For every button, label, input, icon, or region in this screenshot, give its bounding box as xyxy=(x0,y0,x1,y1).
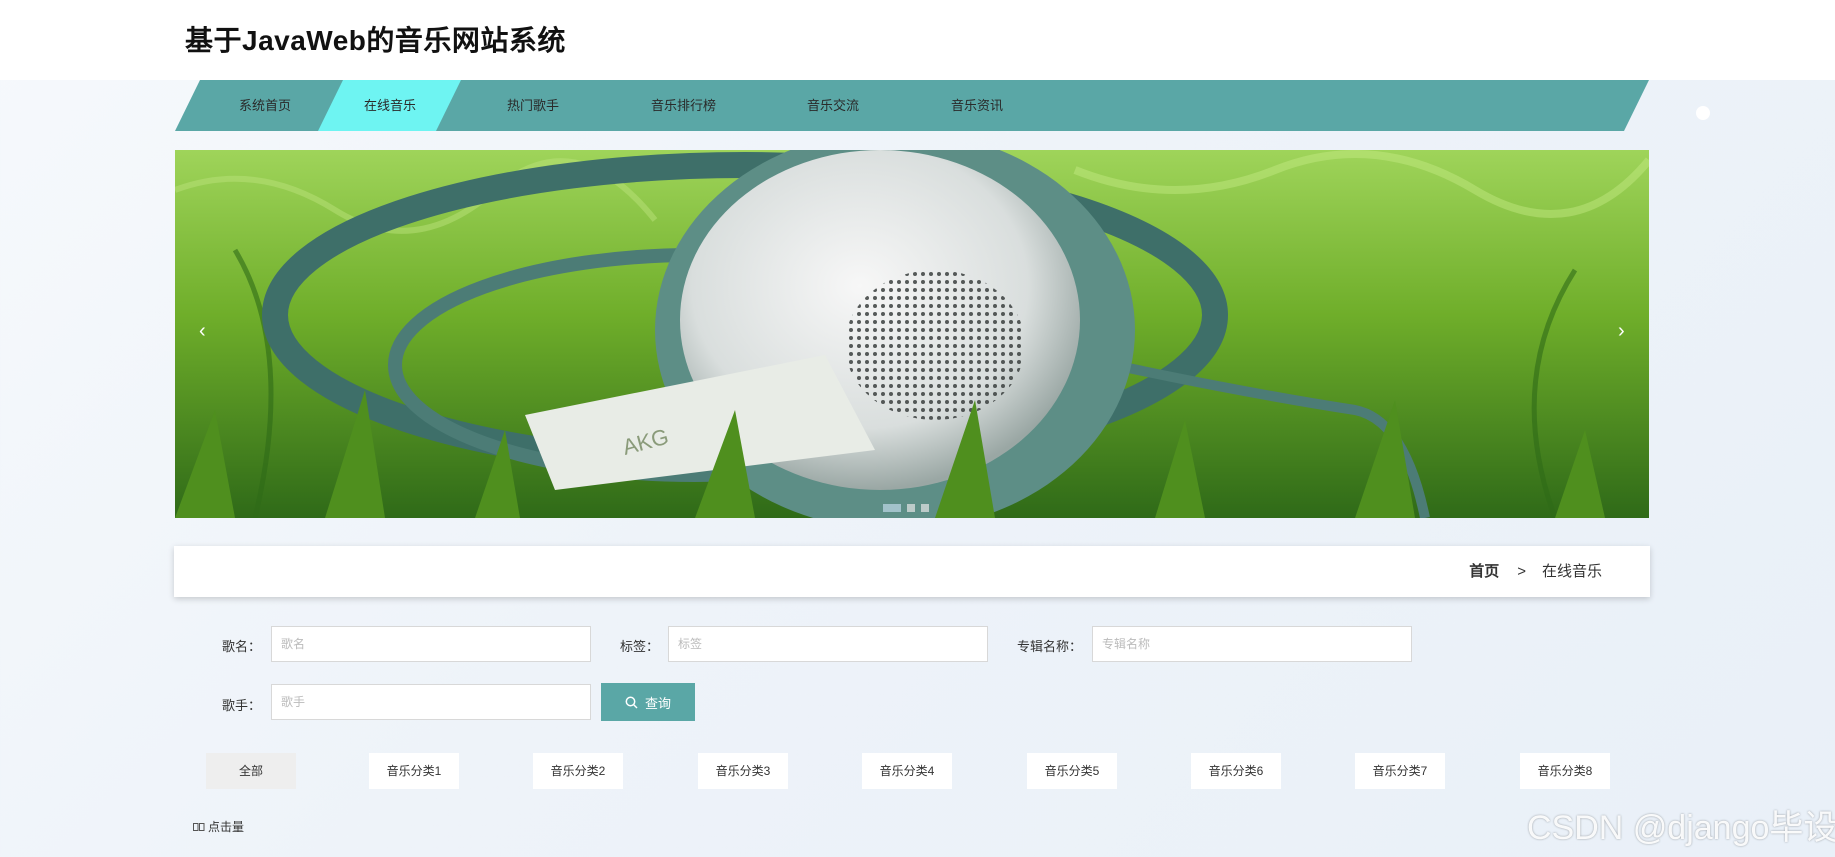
category-8[interactable]: 音乐分类8 xyxy=(1520,753,1610,789)
carousel-dot-2[interactable] xyxy=(907,504,915,512)
tag-input[interactable] xyxy=(668,626,988,662)
breadcrumb: 首页 > 在线音乐 xyxy=(1469,546,1602,597)
banner-carousel[interactable]: AKG ‹ › xyxy=(175,150,1649,518)
watermark: CSDN @django毕设 xyxy=(1527,809,1835,847)
category-4[interactable]: 音乐分类4 xyxy=(862,753,952,789)
singer-input[interactable] xyxy=(271,684,591,720)
decorative-dot xyxy=(1696,106,1710,120)
search-button[interactable]: 查询 xyxy=(601,683,695,721)
breadcrumb-current: 在线音乐 xyxy=(1541,563,1602,580)
sort-icon xyxy=(193,822,205,831)
site-title: 基于JavaWeb的音乐网站系统 xyxy=(185,25,566,56)
category-2[interactable]: 音乐分类2 xyxy=(533,753,623,789)
breadcrumb-home[interactable]: 首页 xyxy=(1469,563,1499,580)
nav-item-music-charts[interactable]: 音乐排行榜 xyxy=(651,80,716,131)
category-5[interactable]: 音乐分类5 xyxy=(1027,753,1117,789)
carousel-dot-3[interactable] xyxy=(921,504,929,512)
tag-label: 标签： xyxy=(620,639,660,654)
nav-item-music-exchange[interactable]: 音乐交流 xyxy=(807,80,859,131)
category-6[interactable]: 音乐分类6 xyxy=(1191,753,1281,789)
category-1[interactable]: 音乐分类1 xyxy=(369,753,459,789)
nav-item-home[interactable]: 系统首页 xyxy=(239,80,291,131)
sort-by-clicks[interactable]: 点击量 xyxy=(193,818,244,835)
breadcrumb-separator: > xyxy=(1517,563,1526,580)
carousel-next-icon[interactable]: › xyxy=(1618,320,1625,343)
category-3[interactable]: 音乐分类3 xyxy=(698,753,788,789)
song-name-label: 歌名： xyxy=(222,639,262,654)
main-nav: 系统首页 在线音乐 热门歌手 音乐排行榜 音乐交流 音乐资讯 xyxy=(175,80,1649,131)
search-icon xyxy=(625,696,638,709)
carousel-indicators xyxy=(883,504,929,512)
header-bar: 基于JavaWeb的音乐网站系统 xyxy=(0,0,1835,80)
breadcrumb-bar: 首页 > 在线音乐 xyxy=(174,546,1650,597)
song-name-input[interactable] xyxy=(271,626,591,662)
album-name-input[interactable] xyxy=(1092,626,1412,662)
sort-label: 点击量 xyxy=(208,820,245,834)
album-name-label: 专辑名称： xyxy=(1017,639,1083,654)
banner-image: AKG xyxy=(175,150,1649,518)
nav-item-online-music[interactable]: 在线音乐 xyxy=(364,80,416,131)
category-7[interactable]: 音乐分类7 xyxy=(1355,753,1445,789)
search-button-label: 查询 xyxy=(644,695,671,711)
category-all[interactable]: 全部 xyxy=(206,753,296,789)
singer-label: 歌手： xyxy=(222,698,262,713)
nav-item-music-news[interactable]: 音乐资讯 xyxy=(951,80,1003,131)
carousel-prev-icon[interactable]: ‹ xyxy=(199,320,206,343)
nav-item-hot-singers[interactable]: 热门歌手 xyxy=(507,80,559,131)
carousel-dot-1[interactable] xyxy=(883,504,901,512)
